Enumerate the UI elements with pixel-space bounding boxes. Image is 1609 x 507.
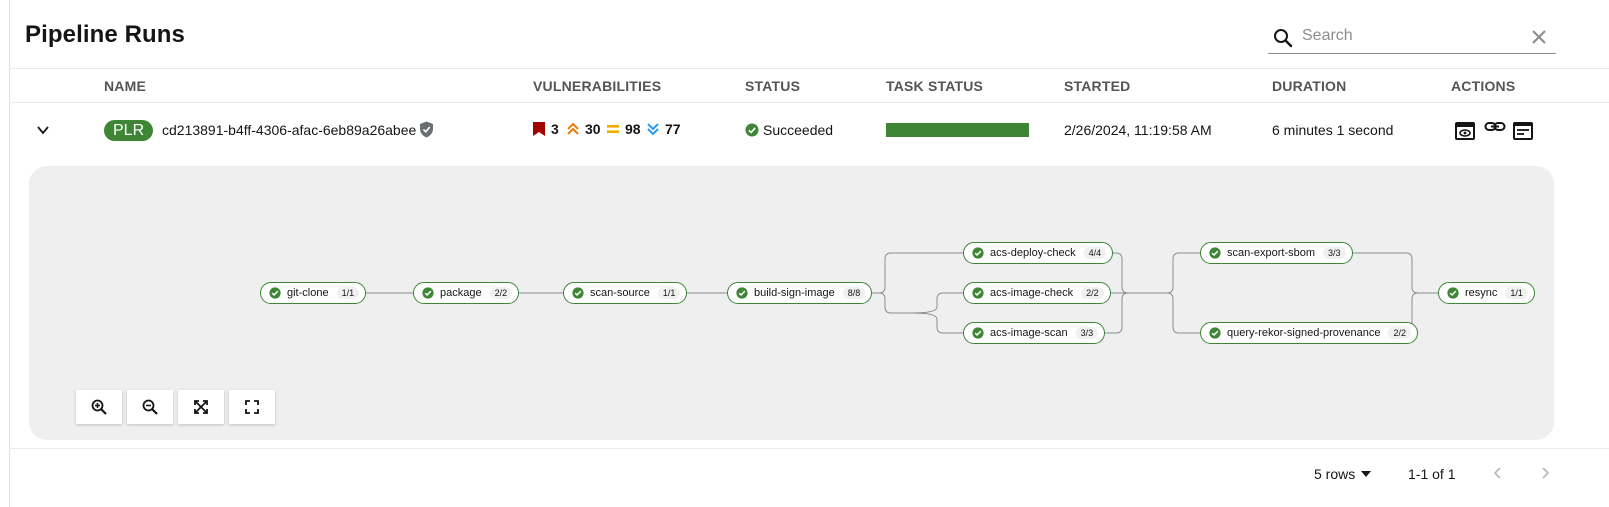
task-name: resync [1465,287,1498,299]
check-circle-icon [1447,287,1459,299]
close-icon[interactable] [1530,28,1548,46]
page-title: Pipeline Runs [25,21,185,48]
task-node-acs-image-check[interactable]: acs-image-check 2/2 [963,282,1111,304]
check-circle-icon [572,287,584,299]
task-name: acs-image-check [990,287,1074,299]
fit-to-screen-button[interactable] [178,390,224,424]
pagination-range: 1-1 of 1 [1408,466,1456,482]
task-node-git-clone[interactable]: git-clone 1/1 [260,282,367,304]
task-node-scan-source[interactable]: scan-source 1/1 [563,282,688,304]
fullscreen-button[interactable] [229,390,275,424]
summary-icon[interactable] [1512,120,1534,142]
task-node-resync[interactable]: resync 1/1 [1438,282,1535,304]
task-name: scan-source [590,287,650,299]
task-count-badge: 8/8 [842,287,866,299]
zoom-in-button[interactable] [76,390,122,424]
column-header-started[interactable]: STARTED [1064,78,1130,94]
medium-count: 98 [625,121,641,137]
task-status-bar[interactable] [886,123,1029,137]
task-name: acs-deploy-check [990,247,1076,259]
link-icon[interactable] [1484,117,1506,139]
fullscreen-icon [245,400,259,414]
chevron-right-icon[interactable] [1538,466,1552,480]
task-name: git-clone [287,287,329,299]
divider [9,102,1609,103]
task-name: acs-image-scan [990,327,1068,339]
run-status: Succeeded [745,122,833,138]
high-severity-icon [567,122,579,135]
task-node-package[interactable]: package 2/2 [413,282,520,304]
task-count-badge: 3/3 [1075,327,1099,339]
chevron-left-icon[interactable] [1491,466,1505,480]
low-severity-icon [647,123,659,136]
column-header-name[interactable]: NAME [104,78,146,94]
check-circle-icon [1209,247,1221,259]
task-node-query-rekor-signed-provenance[interactable]: query-rekor-signed-provenance 2/2 [1200,322,1418,344]
column-header-actions: ACTIONS [1451,78,1516,94]
critical-count: 3 [551,121,559,137]
shield-icon [420,121,433,138]
fit-icon [194,400,208,414]
divider [9,68,1609,69]
task-node-acs-image-scan[interactable]: acs-image-scan 3/3 [963,322,1106,344]
check-circle-icon [745,123,759,137]
medium-severity-icon [607,125,619,133]
task-count-badge: 4/4 [1083,247,1107,259]
search-box[interactable] [1268,20,1556,54]
column-header-task-status: TASK STATUS [886,78,984,94]
task-count-badge: 3/3 [1323,247,1346,259]
status-text: Succeeded [763,122,834,138]
task-node-build-sign-image[interactable]: build-sign-image 8/8 [727,282,873,304]
column-header-duration[interactable]: DURATION [1272,78,1346,94]
task-count-badge: 2/2 [1081,287,1104,299]
chevron-down-icon[interactable] [36,123,50,137]
task-count-badge: 1/1 [1505,287,1528,299]
check-circle-icon [1209,327,1221,339]
started-time: 2/26/2024, 11:19:58 AM [1064,122,1212,138]
vulnerability-critical: 3 [533,121,559,137]
plr-badge: PLR [104,120,154,141]
vulnerability-low: 77 [647,121,681,137]
task-node-acs-deploy-check[interactable]: acs-deploy-check 4/4 [963,242,1114,264]
check-circle-icon [972,327,984,339]
critical-severity-icon [533,122,545,136]
vulnerability-high: 30 [567,121,601,137]
vulnerability-medium: 98 [607,121,641,137]
zoom-out-button[interactable] [127,390,173,424]
check-circle-icon [972,287,984,299]
task-name: build-sign-image [754,287,835,299]
task-count-badge: 1/1 [336,287,360,299]
check-circle-icon [736,287,748,299]
view-logs-icon[interactable] [1454,120,1476,142]
task-node-scan-export-sbom[interactable]: scan-export-sbom 3/3 [1200,242,1353,264]
task-name: query-rekor-signed-provenance [1227,327,1381,339]
low-count: 77 [665,121,681,137]
column-header-status[interactable]: STATUS [745,78,800,94]
divider [9,448,1609,449]
pipeline-run-name[interactable]: cd213891-b4ff-4306-afac-6eb89a26abee [162,122,416,138]
check-circle-icon [972,247,984,259]
task-count-badge: 1/1 [657,287,681,299]
high-count: 30 [585,121,601,137]
per-page-select[interactable]: 5 rows [1314,466,1355,482]
search-icon [1274,29,1293,48]
task-name: scan-export-sbom [1227,247,1316,259]
zoom-out-icon [142,399,158,415]
task-count-badge: 2/2 [489,287,513,299]
search-input[interactable] [1302,25,1512,47]
column-header-vulnerabilities[interactable]: VULNERABILITIES [533,78,661,94]
task-name: package [440,287,482,299]
task-count-badge: 2/2 [1388,327,1411,339]
run-duration: 6 minutes 1 second [1272,122,1394,138]
caret-down-icon[interactable] [1361,471,1371,477]
check-circle-icon [269,287,281,299]
per-page-label: 5 rows [1314,466,1356,482]
zoom-in-icon [91,399,107,415]
check-circle-icon [422,287,434,299]
